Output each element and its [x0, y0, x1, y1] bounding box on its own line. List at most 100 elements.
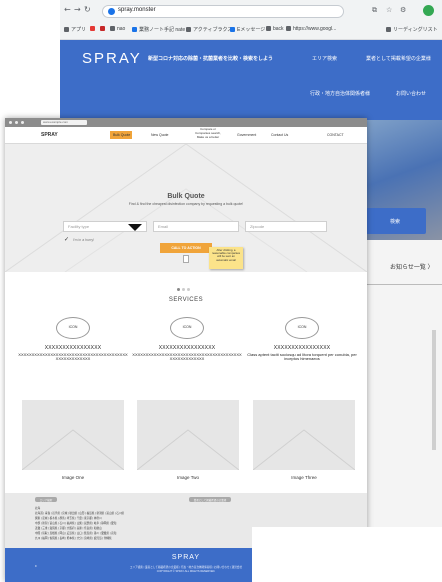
footer-region-line[interactable]: 中国 | 鳥取 | 島根県 | 岡山 | 広島県 | 山口 | 徳島県 | 香川…: [35, 531, 116, 535]
bookmark-item[interactable]: nao: [110, 26, 125, 32]
service-icon: ICON: [170, 317, 204, 339]
news-list-link[interactable]: お知らせ一覧 〉: [390, 262, 434, 271]
window-dot-icon: [15, 121, 18, 124]
cursor-icon: [183, 255, 189, 263]
bookmark-favicon-icon: [230, 27, 235, 32]
wireframe-navbar: SPRAY Bulk Quote New Quote Compare or Co…: [5, 127, 367, 144]
bookmark-favicon-icon: [90, 26, 95, 31]
bookmark-favicon-icon: [132, 27, 137, 32]
screenshot-root: ← → ↻ spray.monster ⧉ ☆ ⚙ アプリ nao 業務ノート手…: [0, 0, 442, 582]
apps-icon: [64, 27, 69, 32]
footer-tab-area[interactable]: エリア検索: [35, 497, 57, 502]
bookmark-item[interactable]: [90, 26, 97, 32]
forward-icon[interactable]: →: [74, 5, 81, 14]
image-placeholder: [137, 400, 239, 470]
wireframe-browser-window: www.example.com SPRAY Bulk Quote New Quo…: [5, 118, 367, 582]
wireframe-chrome: www.example.com: [5, 118, 367, 127]
services-title: SERVICES: [168, 297, 204, 303]
footer-region-line[interactable]: 中部 | 新潟 | 富山県 | 石川 | 福井県 | 山梨 | 長野県 | 岐阜…: [35, 521, 116, 525]
bookmark-item[interactable]: 業務ノート手記 nate: [132, 26, 185, 33]
scrollbar[interactable]: [432, 330, 436, 450]
bookmark-favicon-icon: [110, 26, 115, 31]
checkmark-icon[interactable]: ✓: [64, 237, 70, 243]
address-bar[interactable]: spray.monster: [102, 5, 344, 18]
hero-subtitle: Find & find the cheapest disinfection co…: [128, 202, 244, 206]
image-caption: Image Two: [177, 475, 199, 480]
search-button-label: 検索: [390, 219, 401, 225]
zipcode-field[interactable]: Zipcode: [245, 221, 327, 232]
nav-bulk-quote[interactable]: Bulk Quote: [113, 133, 130, 137]
site-header: SPRAY 新型コロナ対応の除菌・抗菌業者を比較・検索をしよう エリア検索 業者…: [60, 40, 442, 120]
footer-region-line[interactable]: 近畿 | 三重 | 滋賀県 | 京都 | 大阪府 | 兵庫 | 奈良県 | 和歌…: [35, 526, 102, 530]
footer-region-line: 北海: [35, 507, 41, 510]
hero-section: Bulk Quote Find & find the cheapest disi…: [5, 144, 367, 272]
footer-tab-listing[interactable]: 業者として掲載希望の企業様: [189, 497, 231, 502]
bookmark-item[interactable]: https://www.googl...: [286, 26, 336, 32]
cta-label: CALL TO ACTION: [171, 246, 201, 250]
nav-contact-us[interactable]: Contact Us: [271, 133, 288, 137]
divider: [366, 284, 442, 285]
nav-compare[interactable]: Compare or Companies search, Make us a b…: [193, 127, 223, 139]
profile-avatar[interactable]: [423, 5, 434, 16]
site-tagline: 新型コロナ対応の除菌・抗菌業者を比較・検索をしよう: [148, 56, 274, 62]
bookmark-item[interactable]: Eメッセージ: [230, 26, 265, 33]
sticky-note: After clicking, a reasonable companies w…: [209, 247, 243, 269]
image-placeholder: [253, 400, 355, 470]
bookmarks-bar: アプリ nao 業務ノート手記 nate アクティブラクス Eメッセージ bac…: [60, 22, 442, 39]
service-heading: XXXXXXXXXXXXXXXX: [273, 345, 331, 351]
service-icon: ICON: [285, 317, 319, 339]
window-dot-icon: [9, 121, 12, 124]
service-icon: ICON: [56, 317, 90, 339]
footer-region-line[interactable]: 関東 | 茨城 | 栃木県 | 群馬 | 埼玉県 | 千葉 | 東京都 | 神奈…: [35, 516, 102, 520]
site-info-icon[interactable]: [108, 8, 115, 15]
wireframe-logo[interactable]: SPRAY: [41, 132, 58, 138]
window-dot-icon: [21, 121, 24, 124]
bookmark-favicon-icon: [286, 26, 291, 31]
bookmark-favicon-icon: [186, 27, 191, 32]
extensions-icon[interactable]: ⚙: [400, 6, 406, 14]
wireframe-url: www.example.com: [43, 120, 69, 124]
tab-search-icon[interactable]: ⧉: [372, 6, 377, 15]
call-to-action-button[interactable]: CALL TO ACTION: [160, 243, 212, 253]
image-caption: Image One: [61, 475, 85, 480]
back-icon[interactable]: ←: [64, 5, 71, 14]
icon-placeholder-label: ICON: [68, 325, 78, 329]
nav-contact[interactable]: CONTACT: [327, 133, 344, 137]
bookmark-item[interactable]: アプリ: [64, 26, 86, 33]
email-placeholder: Email: [158, 224, 169, 229]
footer-region-line[interactable]: 北海道 | 青森 | 岩手県 | 宮城 | 秋田県 | 山形 | 福島県 | 新…: [35, 511, 124, 515]
menu-business-listing[interactable]: 業者として掲載希望の企業様: [366, 55, 431, 62]
reading-list-icon: [386, 27, 391, 32]
pager-dot[interactable]: [182, 288, 185, 291]
facility-type-placeholder: Facility type: [68, 224, 90, 229]
bookmark-item[interactable]: [100, 26, 107, 32]
icon-placeholder-label: ICON: [182, 325, 192, 329]
image-placeholder: [22, 400, 124, 470]
blank-area: [252, 527, 442, 582]
pager-dot[interactable]: [187, 288, 190, 291]
pager-dot[interactable]: [177, 288, 180, 291]
menu-contact[interactable]: お問い合わせ: [396, 90, 426, 97]
footer-region-line[interactable]: 九州 | 福岡 | 佐賀県 | 長崎 | 熊本県 | 大分 | 宮崎県 | 鹿児…: [35, 536, 112, 540]
service-body: XXXXXXXXXXXXXXXXXXXXXXXXXXXXXXXXXXXXXXXX…: [18, 352, 128, 362]
service-body: Class aptent taciti sociosqu ad litora t…: [247, 352, 357, 362]
service-heading: XXXXXXXXXXXXXXXX: [44, 345, 102, 351]
facility-type-select[interactable]: Facility type: [63, 221, 147, 232]
bookmark-item[interactable]: back: [266, 26, 284, 32]
bookmark-item[interactable]: アクティブラクス: [186, 26, 232, 33]
reload-icon[interactable]: ↻: [84, 5, 91, 14]
address-bar-url: spray.monster: [118, 7, 156, 13]
bookmark-star-icon[interactable]: ☆: [386, 6, 392, 14]
caret-down-icon: [128, 224, 142, 231]
site-logo[interactable]: SPRAY: [82, 50, 142, 67]
bookmark-favicon-icon: [100, 26, 105, 31]
menu-area-search[interactable]: エリア検索: [312, 55, 337, 62]
zipcode-placeholder: Zipcode: [250, 224, 265, 229]
wireframe-address-bar[interactable]: www.example.com: [41, 120, 87, 125]
hero-title: Bulk Quote: [167, 193, 205, 200]
reading-list[interactable]: リーディングリスト: [386, 26, 438, 33]
nav-government[interactable]: Government: [237, 133, 256, 137]
nav-new-quote[interactable]: New Quote: [151, 133, 169, 137]
email-field[interactable]: Email: [153, 221, 239, 232]
menu-government[interactable]: 行政・地方自治体関係者様: [310, 90, 370, 97]
